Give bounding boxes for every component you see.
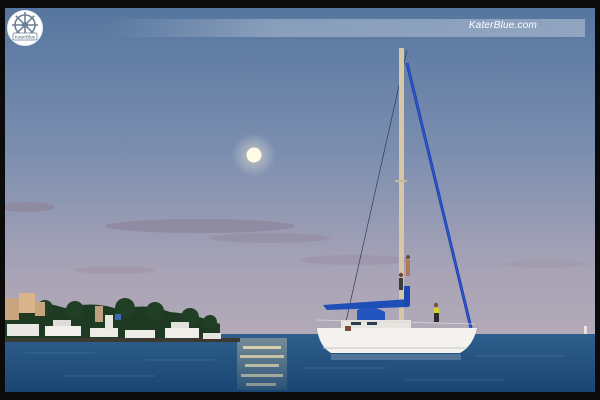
sailboat-photo <box>5 8 595 392</box>
photo-frame: KaterBlue.com KaterBlue <box>5 8 595 392</box>
boat-reflection <box>331 354 461 360</box>
moon <box>246 147 262 163</box>
moon-reflection <box>237 338 287 390</box>
distant-buoy <box>584 326 587 334</box>
hull <box>317 328 477 353</box>
watermark-text: KaterBlue.com <box>468 20 537 31</box>
ship-wheel-icon: KaterBlue <box>7 10 43 46</box>
logo-wordmark: KaterBlue <box>15 34 36 39</box>
sky <box>5 8 595 336</box>
sea <box>5 334 595 392</box>
